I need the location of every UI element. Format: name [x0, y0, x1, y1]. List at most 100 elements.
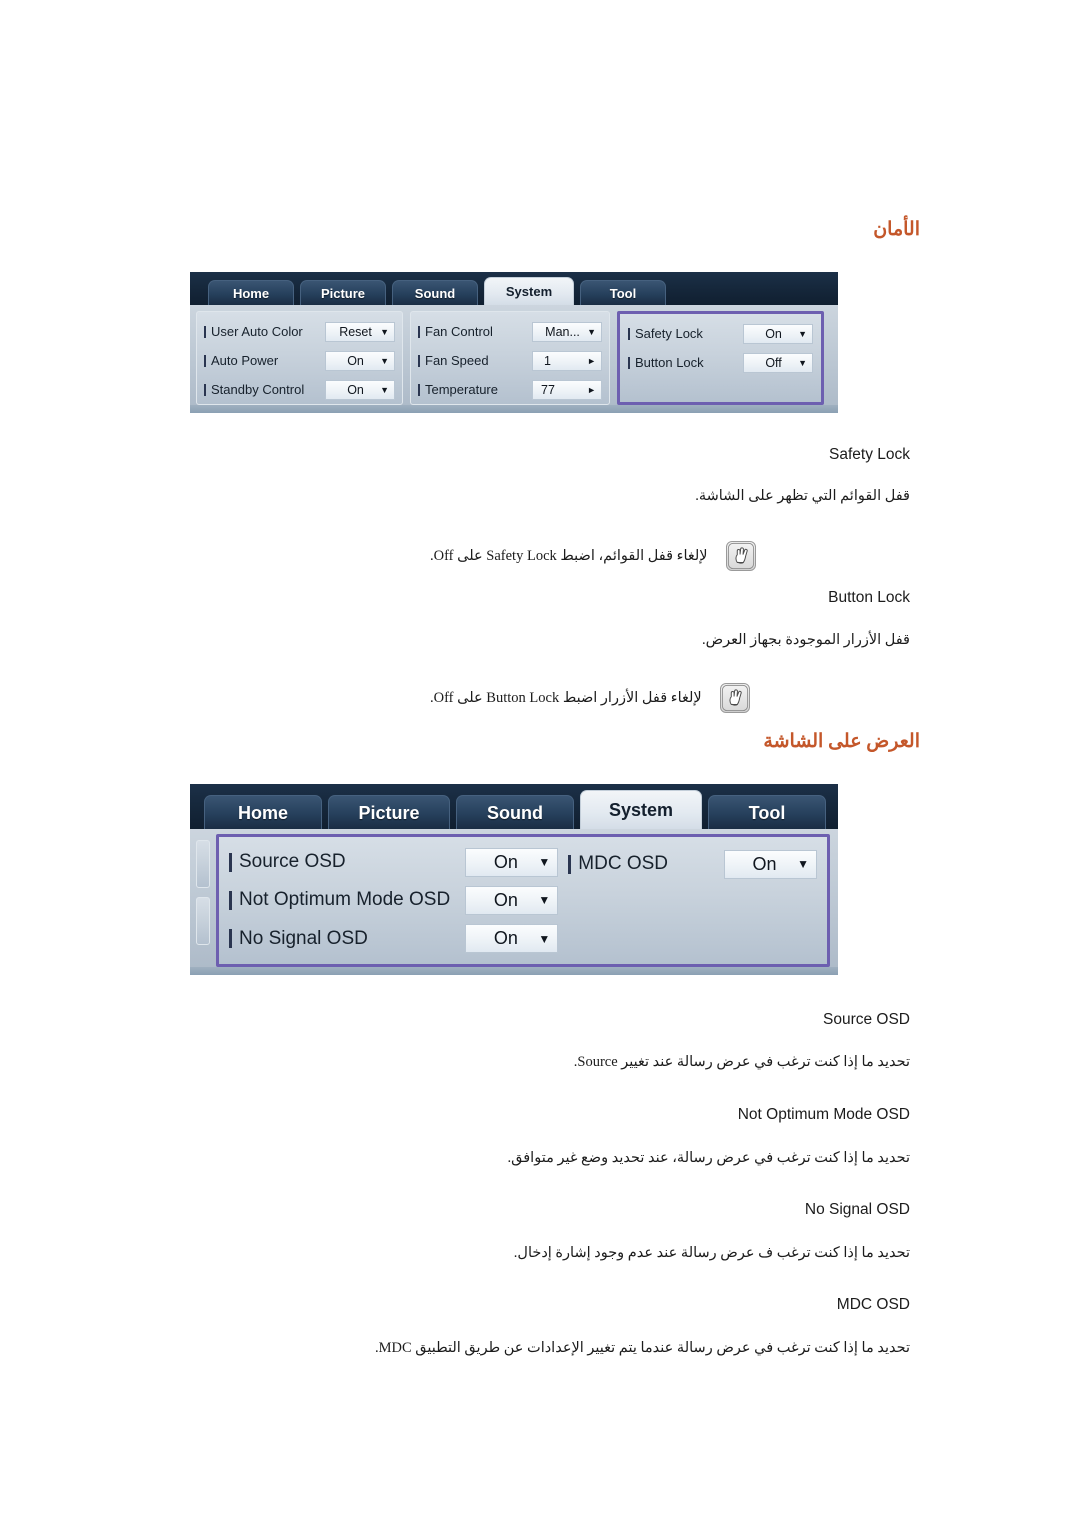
osd2-tab-picture-label: Picture: [358, 802, 420, 823]
osd1-stepper-temperature[interactable]: 77 ►: [532, 379, 602, 400]
osd2-tab-tool[interactable]: Tool: [708, 795, 826, 829]
osd1-group-general: User Auto Color Reset ▼ Auto Power On ▼: [196, 311, 403, 405]
bullet-bar-icon: [229, 929, 232, 949]
note-safety-lock-text: لإلغاء قفل القوائم، اضبط Safety Lock على…: [430, 547, 708, 564]
osd1-row-fan-speed[interactable]: Fan Speed 1 ►: [418, 346, 602, 375]
chevron-down-icon: ▼: [538, 893, 551, 908]
osd1-label-auto-power: Auto Power: [204, 353, 325, 368]
osd2-tab-home-label: Home: [237, 802, 288, 823]
chevron-down-icon: ▼: [538, 931, 551, 946]
osd1-dropdown-fan-control[interactable]: Man... ▼: [532, 321, 602, 342]
desc-not-optimum-mode-osd: تحديد ما إذا كنت ترغب في عرض رسالة، عند …: [507, 1150, 910, 1166]
osd1-label-fan-control: Fan Control: [418, 324, 532, 339]
bullet-bar-icon: [418, 354, 420, 367]
osd2-row-source-osd[interactable]: Source OSD On ▼: [229, 843, 559, 881]
chevron-down-icon: ▼: [380, 326, 389, 337]
osd2-value-not-optimum-mode-osd: On: [493, 889, 518, 910]
bullet-bar-icon: [229, 852, 232, 872]
osd1-label-fan-speed: Fan Speed: [418, 353, 532, 368]
osd1-row-user-auto-color[interactable]: User Auto Color Reset ▼: [204, 317, 395, 346]
osd2-tab-system-label: System: [608, 800, 674, 820]
osd1-label-standby-control: Standby Control: [204, 382, 325, 397]
osd1-dropdown-auto-power[interactable]: On ▼: [325, 350, 395, 371]
osd2-label-mdc-osd: MDC OSD: [568, 853, 724, 875]
osd1-group-lock-highlight: Safety Lock On ▼ Button Lock Off ▼: [617, 311, 824, 405]
osd2-label-not-optimum-mode-osd: Not Optimum Mode OSD: [229, 889, 465, 911]
osd2-dropdown-source-osd[interactable]: On ▼: [465, 847, 559, 877]
osd2-right-column: MDC OSD On ▼: [558, 843, 817, 958]
osd1-row-fan-control[interactable]: Fan Control Man... ▼: [418, 317, 602, 346]
osd1-group-fan: Fan Control Man... ▼ Fan Speed 1 ► Tempe…: [410, 311, 610, 405]
osd1-value-auto-power: On: [347, 353, 364, 368]
osd2-group-osd-highlight: Source OSD On ▼ Not Optimum Mode OSD On …: [216, 834, 830, 967]
chevron-down-icon: ▼: [797, 857, 809, 871]
osd1-tab-home[interactable]: Home: [208, 280, 294, 305]
osd2-tab-system[interactable]: System: [580, 790, 702, 829]
osd1-body: User Auto Color Reset ▼ Auto Power On ▼: [190, 305, 838, 405]
term-no-signal-osd: No Signal OSD: [804, 1201, 910, 1218]
osd2-dropdown-no-signal-osd[interactable]: On ▼: [465, 924, 559, 954]
osd1-row-safety-lock[interactable]: Safety Lock On ▼: [628, 319, 813, 348]
osd1-dropdown-user-auto-color[interactable]: Reset ▼: [325, 321, 395, 342]
bullet-bar-icon: [204, 383, 206, 396]
note-hand-icon: [725, 541, 756, 571]
bullet-bar-icon: [204, 354, 206, 367]
osd1-tab-tool[interactable]: Tool: [580, 280, 666, 305]
osd2-value-no-signal-osd: On: [493, 928, 518, 949]
chevron-down-icon: ▼: [798, 328, 807, 339]
osd2-dropdown-not-optimum-mode-osd[interactable]: On ▼: [465, 885, 559, 915]
bullet-bar-icon: [418, 325, 420, 338]
chevron-down-icon: ▼: [587, 326, 596, 337]
osd1-value-temperature: 77: [541, 382, 555, 397]
bullet-bar-icon: [204, 325, 206, 338]
osd2-tab-home[interactable]: Home: [204, 795, 322, 829]
osd1-value-fan-speed: 1: [544, 353, 551, 368]
osd-screenshot-system-security: Home Picture Sound System Tool User Auto…: [190, 272, 838, 413]
desc-mdc-osd: تحديد ما إذا كنت ترغب في عرض رسالة عندما…: [374, 1340, 910, 1356]
osd2-tab-picture[interactable]: Picture: [328, 795, 450, 829]
note-button-lock: لإلغاء قفل الأزرار اضبط Button Lock على …: [430, 680, 914, 716]
osd2-left-column: Source OSD On ▼ Not Optimum Mode OSD On …: [229, 843, 559, 958]
osd2-dropdown-mdc-osd[interactable]: On ▼: [723, 849, 817, 879]
osd1-row-temperature[interactable]: Temperature 77 ►: [418, 375, 602, 404]
osd2-label-source-osd: Source OSD: [229, 851, 465, 873]
osd-screenshot-system-osd: Home Picture Sound System Tool Source OS…: [190, 784, 838, 975]
osd2-tab-sound[interactable]: Sound: [456, 795, 574, 829]
term-not-optimum-mode-osd: Not Optimum Mode OSD: [737, 1106, 910, 1123]
desc-no-signal-osd: تحديد ما إذا كنت ترغب ف عرض رسالة عند عد…: [513, 1245, 910, 1261]
osd1-tab-picture[interactable]: Picture: [300, 280, 386, 305]
chevron-down-icon: ▼: [798, 357, 807, 368]
osd1-label-button-lock: Button Lock: [628, 355, 743, 370]
osd1-dropdown-safety-lock[interactable]: On ▼: [743, 323, 813, 344]
osd1-label-safety-lock: Safety Lock: [628, 326, 743, 341]
osd1-row-standby-control[interactable]: Standby Control On ▼: [204, 375, 395, 404]
osd1-dropdown-button-lock[interactable]: Off ▼: [743, 352, 813, 373]
osd1-row-auto-power[interactable]: Auto Power On ▼: [204, 346, 395, 375]
osd1-value-standby-control: On: [347, 382, 364, 397]
osd2-row-no-signal-osd[interactable]: No Signal OSD On ▼: [229, 920, 559, 958]
osd1-tab-system-label: System: [505, 284, 553, 299]
osd1-tab-sound[interactable]: Sound: [392, 280, 478, 305]
chevron-right-icon: ►: [587, 384, 596, 395]
osd1-tab-home-label: Home: [232, 285, 270, 301]
osd1-label-user-auto-color: User Auto Color: [204, 324, 325, 339]
osd2-value-mdc-osd: On: [752, 853, 777, 874]
osd1-dropdown-standby-control[interactable]: On ▼: [325, 379, 395, 400]
osd1-value-safety-lock: On: [765, 326, 782, 341]
osd2-row-not-optimum-mode-osd[interactable]: Not Optimum Mode OSD On ▼: [229, 881, 559, 919]
osd1-tab-system[interactable]: System: [484, 277, 574, 305]
osd2-body: Source OSD On ▼ Not Optimum Mode OSD On …: [190, 829, 838, 967]
osd1-stepper-fan-speed[interactable]: 1 ►: [532, 350, 602, 371]
term-safety-lock: Safety Lock: [829, 446, 910, 463]
osd1-label-temperature: Temperature: [418, 382, 532, 397]
osd2-stub-b: [196, 897, 210, 945]
note-button-lock-text: لإلغاء قفل الأزرار اضبط Button Lock على …: [430, 689, 702, 706]
bullet-bar-icon: [229, 890, 232, 910]
osd1-row-button-lock[interactable]: Button Lock Off ▼: [628, 348, 813, 377]
osd1-tab-sound-label: Sound: [414, 285, 456, 301]
bullet-bar-icon: [628, 327, 630, 340]
osd2-row-mdc-osd[interactable]: MDC OSD On ▼: [568, 843, 817, 885]
osd1-tab-bar: Home Picture Sound System Tool: [190, 272, 838, 305]
bullet-bar-icon: [628, 356, 630, 369]
bullet-bar-icon: [568, 854, 572, 874]
